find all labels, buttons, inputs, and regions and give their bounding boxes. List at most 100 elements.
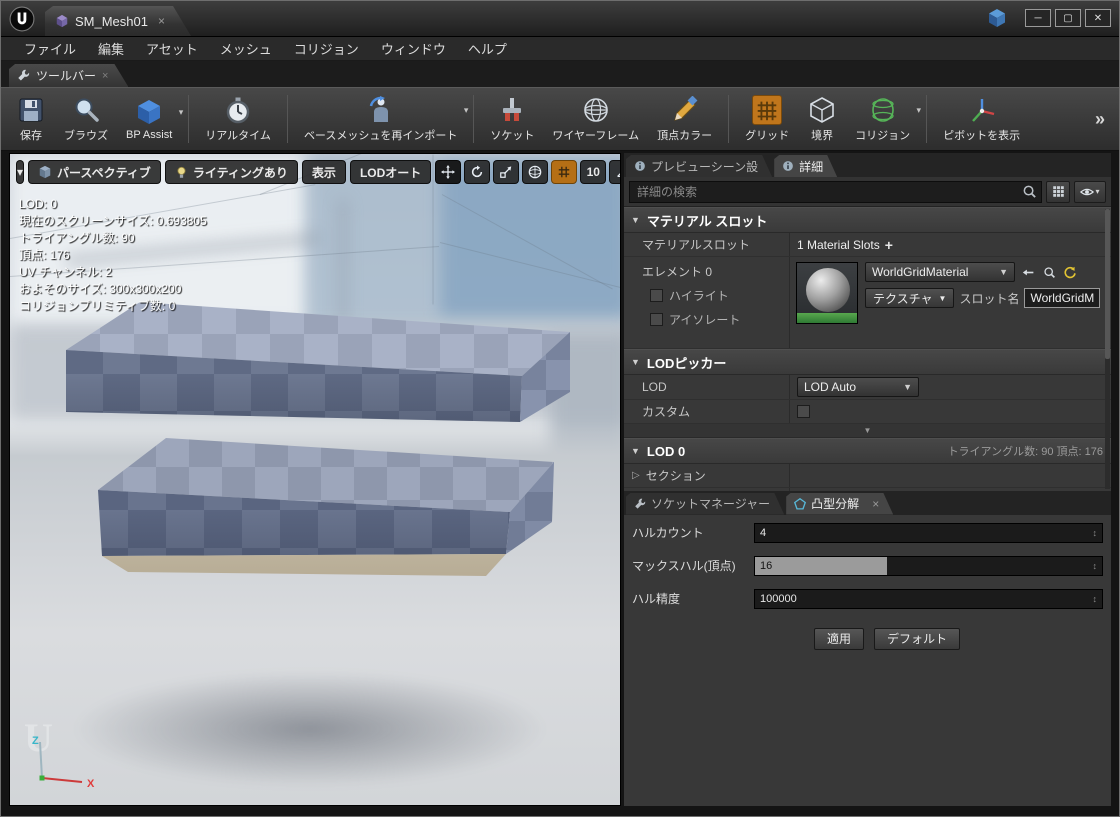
chevron-down-icon: ▼ — [938, 293, 947, 303]
custom-label: カスタム — [624, 400, 790, 423]
tab-convex-label: 凸型分解 — [811, 497, 860, 511]
material-thumbnail[interactable] — [796, 262, 858, 324]
texture-dropdown-button[interactable]: テクスチャ ▼ — [865, 288, 955, 308]
menu-help[interactable]: ヘルプ — [457, 37, 518, 60]
tab-preview-scene[interactable]: プレビューシーン設 — [626, 155, 772, 177]
realtime-button[interactable]: リアルタイム — [196, 93, 280, 145]
perspective-button[interactable]: パースペクティブ — [28, 160, 161, 184]
tab-convex-decomposition[interactable]: 凸型分解 × — [786, 493, 893, 515]
show-menu-button[interactable]: 表示 — [301, 160, 346, 184]
spin-arrows-icon[interactable]: ↕ — [1093, 594, 1098, 604]
property-matrix-button[interactable] — [1046, 180, 1070, 203]
rotate-tool-button[interactable] — [464, 160, 491, 184]
advanced-expander[interactable]: ▼ — [624, 424, 1111, 438]
toolbar-tab-close-icon[interactable]: × — [102, 70, 108, 82]
menu-asset[interactable]: アセット — [135, 37, 209, 60]
asset-tab[interactable]: SM_Mesh01 × — [45, 6, 191, 36]
chevron-down-icon[interactable]: ▾ — [464, 105, 469, 116]
lod-auto-button[interactable]: LODオート — [349, 160, 432, 184]
show-pivot-button[interactable]: ピボットを表示 — [934, 93, 1029, 145]
section-lod0[interactable]: ▼ LOD 0 トライアングル数: 90 頂点: 176 — [624, 438, 1111, 464]
wrench-icon — [17, 69, 30, 82]
collapsed-arrow-icon[interactable]: ▷ — [632, 470, 640, 481]
details-search-input[interactable] — [629, 180, 1042, 203]
lod-select[interactable]: LOD Auto ▼ — [797, 377, 919, 397]
tab-close-icon[interactable]: × — [872, 497, 879, 511]
close-button[interactable]: ✕ — [1085, 9, 1111, 27]
viewport[interactable]: ▾ パースペクティブ ライティングあり 表示 LODオート 10 LOD: 0 … — [9, 153, 621, 806]
highlight-checkbox[interactable] — [650, 289, 663, 302]
bounds-button[interactable]: 境界 — [798, 93, 846, 145]
grid-size-label: 10 — [586, 165, 600, 179]
spin-arrows-icon[interactable]: ↕ — [1093, 561, 1098, 571]
menu-edit[interactable]: 編集 — [87, 37, 135, 60]
grid-size-value[interactable]: 10 — [580, 160, 607, 184]
tab-preview-label: プレビューシーン設 — [651, 159, 759, 174]
show-label: 表示 — [311, 165, 336, 180]
apply-button[interactable]: 適用 — [814, 627, 865, 650]
menu-mesh[interactable]: メッシュ — [209, 37, 283, 60]
angle-snap-button[interactable] — [609, 160, 620, 184]
tab-socket-manager[interactable]: ソケットマネージャー — [626, 493, 784, 515]
lit-icon — [177, 166, 186, 178]
custom-checkbox[interactable] — [797, 405, 810, 418]
chevron-down-icon[interactable]: ▾ — [917, 105, 922, 116]
grid-button[interactable]: グリッド — [736, 93, 798, 145]
spin-arrows-icon[interactable]: ↕ — [1093, 528, 1098, 538]
expanded-arrow-icon: ▼ — [631, 357, 640, 367]
minimize-button[interactable]: ─ — [1025, 9, 1051, 27]
lod-row: LOD LOD Auto ▼ — [624, 375, 1111, 400]
tab-details[interactable]: 詳細 — [774, 155, 837, 177]
find-in-browser-icon[interactable] — [1041, 264, 1057, 280]
mesh-shadow — [65, 669, 555, 789]
reset-icon[interactable] — [1062, 264, 1078, 280]
chevron-down-icon[interactable]: ▾ — [179, 107, 184, 118]
snap-grid-button[interactable] — [551, 160, 578, 184]
max-hull-input[interactable]: 16 ↕ — [754, 555, 1103, 576]
material-select[interactable]: WorldGridMaterial ▼ — [865, 262, 1015, 282]
toolbar-tab[interactable]: ツールバー × — [9, 64, 128, 87]
scale-tool-button[interactable] — [493, 160, 520, 184]
save-button[interactable]: 保存 — [7, 93, 55, 145]
world-space-button[interactable] — [522, 160, 549, 184]
default-button[interactable]: デフォルト — [874, 627, 961, 650]
reimport-button[interactable]: ベースメッシュを再インポート ▾ — [295, 93, 469, 145]
menu-file[interactable]: ファイル — [13, 37, 87, 60]
section-material-slots[interactable]: ▼ マテリアル スロット — [624, 207, 1111, 233]
mesh-bottom-slab[interactable] — [90, 434, 558, 586]
screen-size-label: スクリーンサイズ — [624, 488, 790, 491]
section-lod-picker[interactable]: ▼ LODピッカー — [624, 349, 1111, 375]
material-slots-row: マテリアルスロット 1 Material Slots + — [624, 233, 1111, 257]
slot-name-value: WorldGridM — [1030, 291, 1095, 305]
dock-cube-icon — [989, 9, 1005, 27]
menu-window[interactable]: ウィンドウ — [370, 37, 457, 60]
menu-collision[interactable]: コリジョン — [283, 37, 370, 60]
collision-button[interactable]: コリジョン ▾ — [846, 93, 922, 145]
grid-icon — [752, 95, 783, 125]
hull-count-input[interactable]: 4 ↕ — [754, 522, 1103, 543]
viewport-options-button[interactable]: ▾ — [16, 160, 25, 184]
isolate-checkbox[interactable] — [650, 313, 663, 326]
mesh-top-slab[interactable] — [66, 300, 572, 432]
asset-tab-close-icon[interactable]: × — [158, 14, 165, 28]
material-element-row: エレメント 0 ハイライト アイソレート WorldGridMaterial ▼ — [624, 257, 1111, 349]
element-label: エレメント 0 — [642, 265, 713, 279]
toolbar-overflow-chevron-icon[interactable]: » — [1087, 109, 1113, 130]
add-material-slot-icon[interactable]: + — [885, 237, 893, 253]
slot-name-input[interactable]: WorldGridM — [1024, 288, 1101, 308]
back-arrow-icon[interactable] — [1020, 264, 1036, 280]
bp-assist-button[interactable]: BP Assist ▾ — [117, 95, 184, 143]
hull-precision-input[interactable]: 100000 ↕ — [754, 588, 1103, 609]
lit-mode-button[interactable]: ライティングあり — [164, 160, 298, 184]
window-controls: ─ ▢ ✕ — [987, 8, 1111, 28]
maximize-button[interactable]: ▢ — [1055, 9, 1081, 27]
vertex-color-button[interactable]: 頂点カラー — [648, 93, 721, 145]
browse-icon — [71, 95, 101, 125]
move-tool-button[interactable] — [435, 160, 462, 184]
display-filter-button[interactable]: ▾ — [1074, 180, 1106, 203]
scrollbar-thumb[interactable] — [1105, 209, 1110, 359]
browse-button[interactable]: ブラウズ — [55, 93, 117, 145]
socket-button[interactable]: ソケット — [481, 93, 543, 145]
wireframe-button[interactable]: ワイヤーフレーム — [543, 93, 648, 145]
details-scrollbar[interactable] — [1105, 209, 1110, 489]
